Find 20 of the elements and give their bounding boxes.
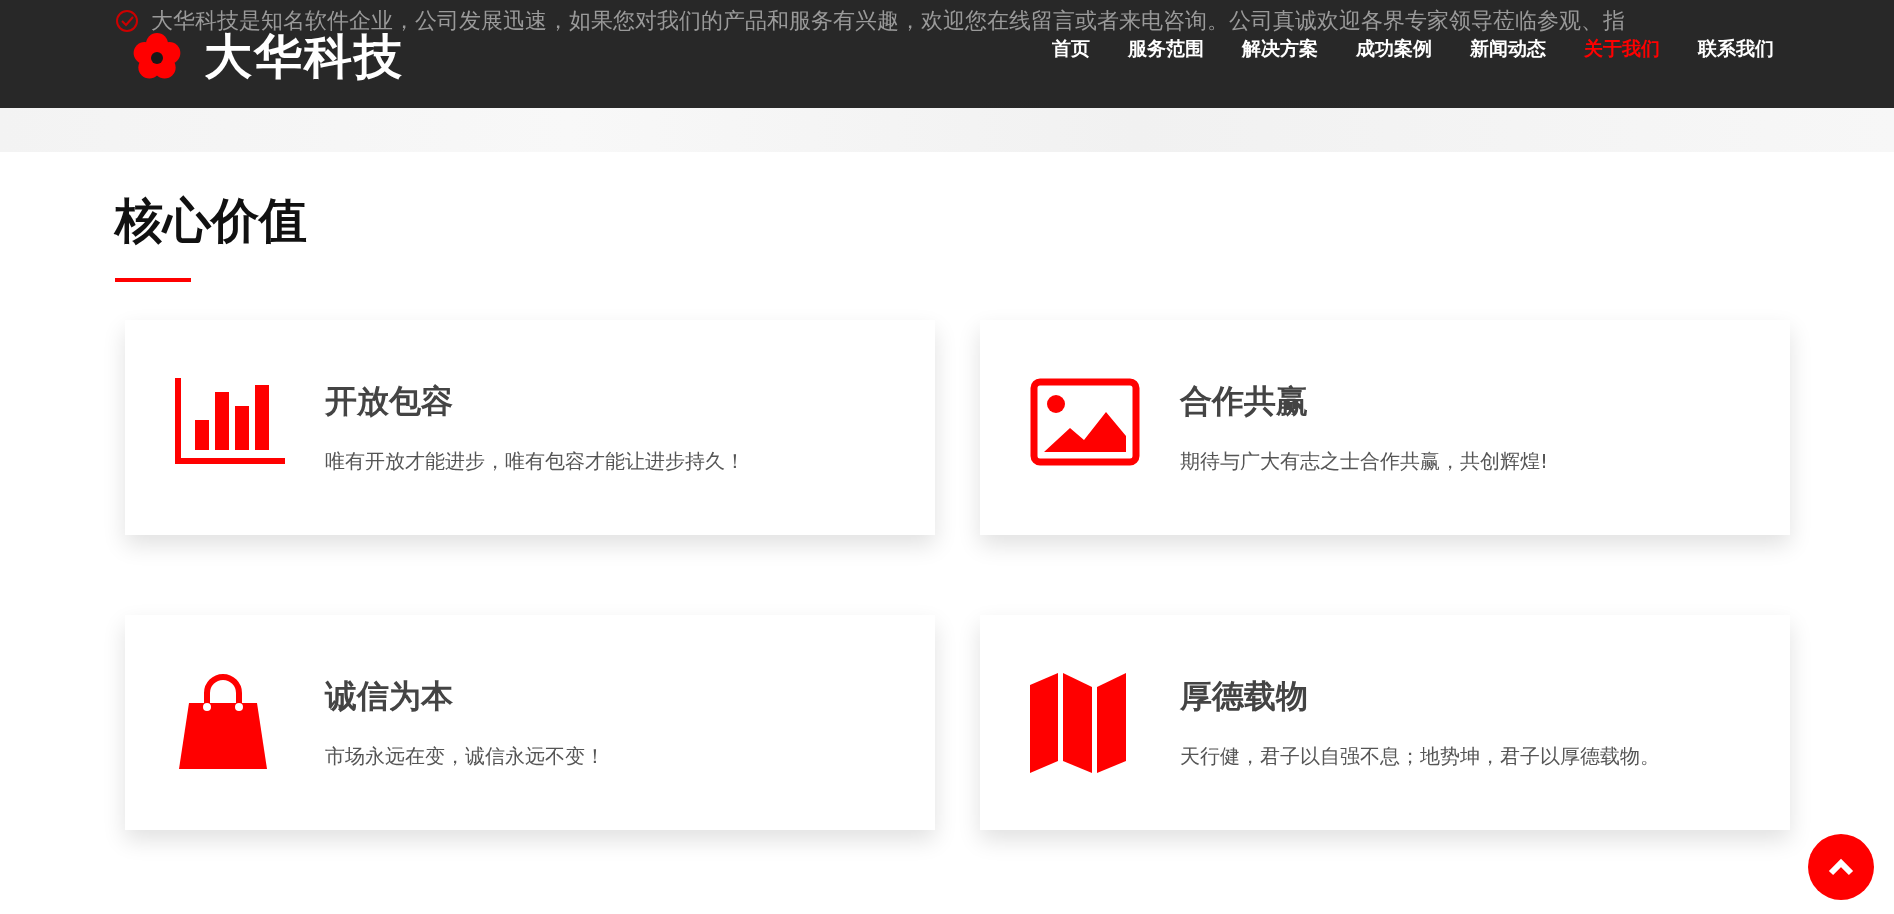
card-title: 厚德载物 — [1180, 676, 1309, 717]
nav-link[interactable]: 服务范围 — [1128, 36, 1204, 62]
card-text: 市场永远在变，诚信永远不变！ — [325, 743, 605, 770]
card-title: 开放包容 — [325, 381, 454, 422]
card-text: 期待与广大有志之士合作共赢，共创辉煌! — [1180, 448, 1549, 475]
chevron-up-icon — [1828, 858, 1854, 876]
check-circle-icon — [115, 9, 139, 33]
nav-link[interactable]: 关于我们 — [1584, 36, 1660, 62]
section-title: 核心价值 — [115, 191, 308, 250]
nav-link[interactable]: 解决方案 — [1242, 36, 1318, 62]
card-title: 合作共赢 — [1180, 381, 1309, 422]
flower-logo-icon — [132, 32, 182, 82]
intro-text: 大华科技是知名软件企业，公司发展迅速，如果您对我们的产品和服务有兴趣，欢迎您在线留言或者来电咨询。公司真诚欢迎各界专家领导莅临参观、指 — [151, 8, 1625, 33]
nav-link[interactable]: 成功案例 — [1356, 36, 1432, 62]
nav-link[interactable]: 联系我们 — [1698, 36, 1774, 62]
card-title: 诚信为本 — [325, 676, 454, 717]
nav-link[interactable]: 首页 — [1052, 36, 1090, 62]
nav-link[interactable]: 新闻动态 — [1470, 36, 1546, 62]
card-text: 天行健，君子以自强不息；地势坤，君子以厚德载物。 — [1180, 743, 1660, 770]
card-text: 唯有开放才能进步，唯有包容才能让进步持久！ — [325, 448, 745, 475]
